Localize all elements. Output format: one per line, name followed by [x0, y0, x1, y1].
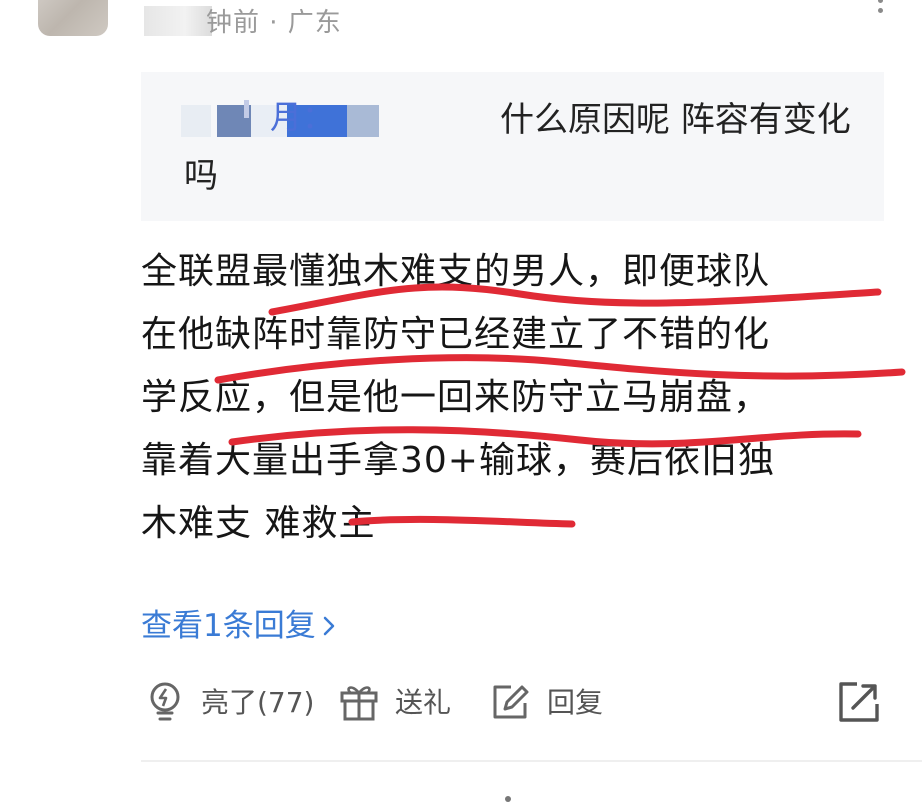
- comment-body: 全联盟最懂独木难支的男人，即便球队 在他缺阵时靠防守已经建立了不错的化 学反应，…: [141, 240, 891, 555]
- page-dot: [505, 796, 511, 802]
- avatar[interactable]: [38, 0, 108, 36]
- divider: [141, 760, 922, 762]
- chevron-right-icon[interactable]: [322, 615, 336, 637]
- more-vertical-icon[interactable]: [874, 0, 886, 18]
- lightbulb-icon[interactable]: [143, 679, 187, 723]
- reply-button[interactable]: 回复: [489, 676, 603, 726]
- view-replies-label[interactable]: 查看1条回复: [141, 606, 316, 646]
- reply-label[interactable]: 回复: [547, 681, 603, 721]
- quoted-reply-text: 什么原因呢 阵容有变化吗: [184, 100, 851, 196]
- like-label[interactable]: 亮了(77): [201, 681, 314, 721]
- username-blurred[interactable]: [144, 6, 212, 36]
- gift-label[interactable]: 送礼: [395, 681, 451, 721]
- like-button[interactable]: 亮了(77): [143, 676, 314, 726]
- comment-actions: 亮了(77) 送礼 回复: [141, 676, 891, 726]
- comment-line: 学反应，但是他一回来防守立马崩盘，: [141, 377, 771, 418]
- comment-line: 在他缺阵时靠防守已经建立了不错的化: [141, 314, 771, 355]
- view-replies-link[interactable]: 查看1条回复: [141, 606, 336, 646]
- edit-icon[interactable]: [489, 679, 533, 723]
- comment-meta: 钟前 · 广东: [206, 8, 342, 38]
- share-icon[interactable]: [835, 678, 883, 726]
- comment-line: 全联盟最懂独木难支的男人，即便球队: [141, 251, 771, 292]
- gift-button[interactable]: 送礼: [337, 676, 451, 726]
- gift-icon[interactable]: [337, 679, 381, 723]
- comment-line: 靠着大量出手拿30+输球，赛后依旧独: [141, 440, 775, 481]
- comment-line: 木难支 难救主: [141, 503, 376, 544]
